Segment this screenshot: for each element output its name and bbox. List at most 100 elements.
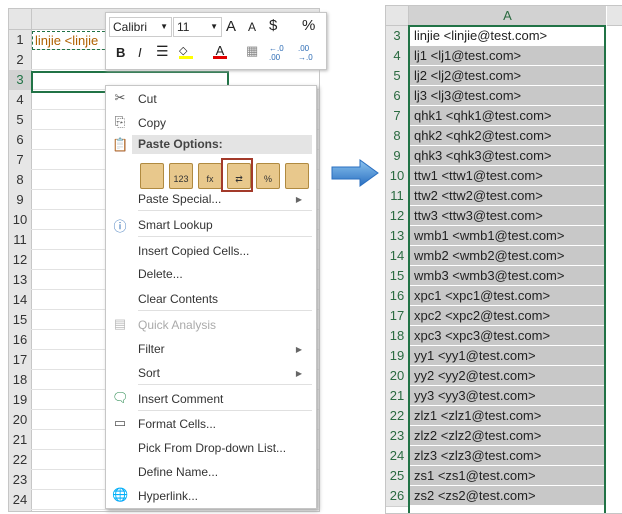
decrease-decimal-button[interactable]: .00 →.0 — [298, 44, 324, 62]
italic-button[interactable]: I — [138, 45, 142, 60]
row-header[interactable]: 12 — [9, 250, 32, 271]
cell[interactable]: ttw2 <ttw2@test.com> — [409, 186, 606, 206]
row-header[interactable]: 3 — [386, 26, 409, 47]
row-header[interactable]: 6 — [9, 130, 32, 151]
select-all-corner[interactable] — [9, 9, 32, 30]
menu-smart-lookup[interactable]: Smart Lookup — [138, 218, 213, 232]
menu-clear-contents[interactable]: Clear Contents — [138, 292, 218, 306]
paste-option-paste[interactable] — [140, 163, 164, 189]
menu-hyperlink[interactable]: Hyperlink... — [138, 489, 198, 503]
cell[interactable]: zlz3 <zlz3@test.com> — [409, 446, 606, 466]
row-header[interactable]: 10 — [9, 210, 32, 231]
menu-pick-from-list[interactable]: Pick From Drop-down List... — [138, 441, 286, 455]
cell[interactable]: ttw1 <ttw1@test.com> — [409, 166, 606, 186]
row-header[interactable]: 8 — [9, 170, 32, 191]
row-header[interactable]: 24 — [386, 446, 409, 467]
cell[interactable]: zlz1 <zlz1@test.com> — [409, 406, 606, 426]
row-header[interactable]: 24 — [9, 490, 32, 511]
row-header[interactable]: 22 — [9, 450, 32, 471]
row-header[interactable]: 19 — [386, 346, 409, 367]
row-header[interactable]: 6 — [386, 86, 409, 107]
cell[interactable]: lj2 <lj2@test.com> — [409, 66, 606, 86]
paste-option-formulas[interactable]: fx — [198, 163, 222, 189]
row-header[interactable]: 23 — [386, 426, 409, 447]
grow-font-button[interactable]: A — [226, 18, 236, 35]
row-header[interactable]: 18 — [386, 326, 409, 347]
row-header[interactable]: 21 — [9, 430, 32, 451]
cell[interactable]: zlz2 <zlz2@test.com> — [409, 426, 606, 446]
row-header[interactable]: 11 — [386, 186, 409, 207]
row-header[interactable]: 17 — [386, 306, 409, 327]
currency-button[interactable]: $ — [269, 17, 277, 34]
row-header[interactable]: 11 — [9, 230, 32, 251]
row-header[interactable]: 16 — [9, 330, 32, 351]
row-header[interactable]: 20 — [386, 366, 409, 387]
cell[interactable]: zs1 <zs1@test.com> — [409, 466, 606, 486]
row-header[interactable]: 14 — [386, 246, 409, 267]
row-header[interactable]: 9 — [386, 146, 409, 167]
font-name-dropdown[interactable]: Calibri▼ — [109, 17, 172, 37]
cell[interactable]: xpc2 <xpc2@test.com> — [409, 306, 606, 326]
menu-insert-copied-cells[interactable]: Insert Copied Cells... — [138, 244, 249, 258]
row-header[interactable]: 18 — [9, 370, 32, 391]
cell[interactable]: yy1 <yy1@test.com> — [409, 346, 606, 366]
row-header[interactable]: 2 — [9, 50, 32, 71]
row-header[interactable]: 15 — [386, 266, 409, 287]
row-header[interactable]: 23 — [9, 470, 32, 491]
row-header[interactable]: 4 — [9, 90, 32, 111]
row-header[interactable]: 5 — [9, 110, 32, 131]
row-header[interactable]: 14 — [9, 290, 32, 311]
row-header[interactable]: 4 — [386, 46, 409, 67]
percent-button[interactable]: % — [302, 17, 315, 34]
paste-option-paste-link[interactable] — [285, 163, 309, 189]
menu-format-cells[interactable]: Format Cells... — [138, 417, 216, 431]
row-header[interactable]: 19 — [9, 390, 32, 411]
bold-button[interactable]: B — [116, 45, 125, 60]
menu-paste-special[interactable]: Paste Special... — [138, 192, 221, 206]
row-header[interactable]: 7 — [386, 106, 409, 127]
row-header[interactable]: 13 — [386, 226, 409, 247]
font-size-dropdown[interactable]: 11▼ — [173, 17, 222, 37]
cell[interactable]: ttw3 <ttw3@test.com> — [409, 206, 606, 226]
cell[interactable]: wmb1 <wmb1@test.com> — [409, 226, 606, 246]
cell[interactable]: wmb3 <wmb3@test.com> — [409, 266, 606, 286]
row-header[interactable]: 9 — [9, 190, 32, 211]
borders-icon[interactable]: ▦ — [246, 43, 258, 59]
row-header[interactable]: 22 — [386, 406, 409, 427]
menu-define-name[interactable]: Define Name... — [138, 465, 218, 479]
paste-option-formatting[interactable]: % — [256, 163, 280, 189]
column-header-a[interactable]: A — [409, 6, 606, 27]
cell[interactable]: yy3 <yy3@test.com> — [409, 386, 606, 406]
select-all-corner[interactable] — [386, 6, 409, 26]
row-header[interactable]: 8 — [386, 126, 409, 147]
cell[interactable]: xpc1 <xpc1@test.com> — [409, 286, 606, 306]
row-header[interactable]: 7 — [9, 150, 32, 171]
shrink-font-button[interactable]: A — [248, 20, 256, 34]
paste-option-values[interactable]: 123 — [169, 163, 193, 189]
menu-copy[interactable]: Copy — [138, 116, 166, 130]
menu-delete[interactable]: Delete... — [138, 267, 183, 281]
cell[interactable]: wmb2 <wmb2@test.com> — [409, 246, 606, 266]
row-header[interactable]: 20 — [9, 410, 32, 431]
cell[interactable]: qhk2 <qhk2@test.com> — [409, 126, 606, 146]
row-header[interactable]: 17 — [9, 350, 32, 371]
row-header[interactable]: 5 — [386, 66, 409, 87]
menu-sort[interactable]: Sort — [138, 366, 160, 380]
row-header[interactable]: 1 — [9, 30, 32, 51]
row-header[interactable]: 21 — [386, 386, 409, 407]
row-header[interactable]: 26 — [386, 486, 409, 507]
menu-cut[interactable]: Cut — [138, 92, 157, 106]
row-header[interactable]: 13 — [9, 270, 32, 291]
row-header[interactable]: 15 — [9, 310, 32, 331]
cell[interactable]: linjie <linjie@test.com> — [409, 26, 606, 46]
row-header[interactable]: 10 — [386, 166, 409, 187]
cell[interactable]: yy2 <yy2@test.com> — [409, 366, 606, 386]
cell[interactable]: lj1 <lj1@test.com> — [409, 46, 606, 66]
fill-color-button[interactable]: ◇ — [179, 43, 193, 59]
increase-decimal-button[interactable]: ←.0 .00 — [269, 44, 295, 62]
column-header-b[interactable] — [607, 6, 622, 26]
row-header[interactable]: 16 — [386, 286, 409, 307]
menu-insert-comment[interactable]: Insert Comment — [138, 392, 223, 406]
row-header[interactable]: 12 — [386, 206, 409, 227]
align-center-icon[interactable]: ☰ — [156, 43, 169, 60]
